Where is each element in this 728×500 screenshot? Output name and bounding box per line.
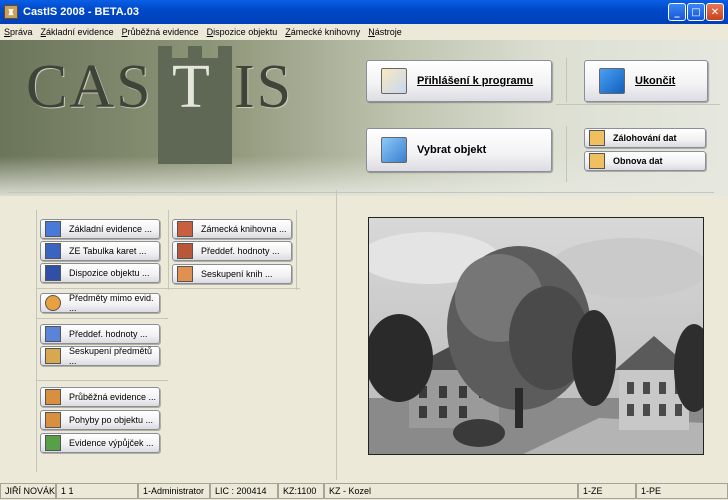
- table-icon: [45, 243, 61, 259]
- library-predef-label: Předdef. hodnoty ...: [201, 246, 280, 256]
- logo-text-middle: T: [172, 53, 210, 121]
- list-icon: [45, 326, 61, 342]
- library-label: Zámecká knihovna ...: [201, 224, 287, 234]
- book-grouping-label: Seskupení knih ...: [201, 269, 273, 279]
- predef-values-button[interactable]: Předdef. hodnoty ...: [40, 324, 160, 344]
- loans-button[interactable]: Evidence výpůjček ...: [40, 433, 160, 453]
- select-object-button[interactable]: Vybrat objekt: [366, 128, 552, 172]
- ze-table-button[interactable]: ZE Tabulka karet ...: [40, 241, 160, 261]
- loan-icon: [45, 435, 61, 451]
- divider: [36, 210, 37, 472]
- predef-values-label: Předdef. hodnoty ...: [69, 329, 148, 339]
- menu-item-zakladni-evidence[interactable]: Základní evidence: [41, 27, 114, 37]
- map-icon: [45, 265, 61, 281]
- folder-check-icon: [381, 137, 407, 163]
- ongoing-evidence-label: Průběžná evidence ...: [69, 392, 157, 402]
- exit-icon: [599, 68, 625, 94]
- castle-photo: [368, 217, 704, 455]
- logo-text-left: CAS: [26, 53, 153, 121]
- divider: [556, 104, 720, 105]
- loans-label: Evidence výpůjček ...: [69, 438, 154, 448]
- menu-item-dispozice-objektu[interactable]: Dispozice objektu: [207, 27, 278, 37]
- status-bar: JIŘÍ NOVÁK 1 1 1-Administrator LIC : 200…: [0, 482, 728, 500]
- basic-evidence-label: Základní evidence ...: [69, 224, 153, 234]
- status-user: JIŘÍ NOVÁK: [0, 483, 56, 499]
- book-list-icon: [177, 243, 193, 259]
- quit-button[interactable]: Ukončit: [584, 60, 708, 102]
- object-disposition-label: Dispozice objektu ...: [69, 268, 150, 278]
- item-grouping-button[interactable]: Seskupení předmětů ...: [40, 346, 160, 366]
- backup-icon: [589, 130, 605, 146]
- library-predef-button[interactable]: Předdef. hodnoty ...: [172, 241, 292, 261]
- maximize-icon: □: [691, 6, 701, 18]
- item-grouping-label: Seskupení předmětů ...: [69, 346, 153, 366]
- login-button[interactable]: Přihlášení k programu: [366, 60, 552, 102]
- status-role: 1-Administrator: [138, 483, 210, 499]
- ze-table-label: ZE Tabulka karet ...: [69, 246, 147, 256]
- status-number: 1 1: [56, 483, 138, 499]
- close-icon: ✕: [710, 6, 720, 18]
- item-out-icon: [45, 295, 61, 311]
- ongoing-evidence-button[interactable]: Průběžná evidence ...: [40, 387, 160, 407]
- menu-item-nastroje[interactable]: Nástroje: [368, 27, 402, 37]
- movements-label: Pohyby po objektu ...: [69, 415, 154, 425]
- restore-button[interactable]: Obnova dat: [584, 151, 706, 171]
- divider: [566, 126, 567, 182]
- ongoing-icon: [45, 389, 61, 405]
- divider: [336, 192, 714, 193]
- book-icon: [177, 221, 193, 237]
- basic-evidence-button[interactable]: Základní evidence ...: [40, 219, 160, 239]
- movement-icon: [45, 412, 61, 428]
- menu-item-prubezna-evidence[interactable]: Průběžná evidence: [122, 27, 199, 37]
- menu-item-zamecke-knihovny[interactable]: Zámecké knihovny: [285, 27, 360, 37]
- book-grouping-button[interactable]: Seskupení knih ...: [172, 264, 292, 284]
- window-title: CastIS 2008 - BETA.03: [23, 6, 139, 18]
- minimize-button[interactable]: _: [668, 3, 686, 21]
- divider: [296, 210, 297, 290]
- minimize-icon: _: [674, 6, 680, 18]
- movements-button[interactable]: Pohyby po objektu ...: [40, 410, 160, 430]
- divider: [336, 190, 337, 480]
- backup-button-label: Zálohování dat: [613, 133, 677, 143]
- status-pe: 1-PE: [636, 483, 728, 499]
- group-icon: [45, 348, 61, 364]
- restore-icon: [589, 153, 605, 169]
- book-group-icon: [177, 266, 193, 282]
- divider: [36, 318, 168, 319]
- status-place: KZ - Kozel: [324, 483, 578, 499]
- status-kz: KZ:1100: [278, 483, 324, 499]
- backup-button[interactable]: Zálohování dat: [584, 128, 706, 148]
- status-ze: 1-ZE: [578, 483, 636, 499]
- close-button[interactable]: ✕: [706, 3, 724, 21]
- maximize-button[interactable]: □: [687, 3, 705, 21]
- select-object-button-label: Vybrat objekt: [417, 144, 487, 156]
- menu-bar: Správa Základní evidence Průběžná eviden…: [0, 24, 728, 40]
- items-outside-button[interactable]: Předměty mimo evid. ...: [40, 293, 160, 313]
- user-card-icon: [381, 68, 407, 94]
- login-button-label: Přihlášení k programu: [417, 75, 534, 87]
- divider: [36, 380, 168, 381]
- divider: [566, 58, 567, 102]
- restore-button-label: Obnova dat: [613, 156, 663, 166]
- status-license: LIC : 200414: [210, 483, 278, 499]
- library-button[interactable]: Zámecká knihovna ...: [172, 219, 292, 239]
- title-bar: ♜ CastIS 2008 - BETA.03 _ □ ✕: [0, 0, 728, 24]
- divider: [36, 288, 300, 289]
- divider: [168, 210, 169, 290]
- menu-item-sprava[interactable]: Správa: [4, 27, 33, 37]
- object-disposition-button[interactable]: Dispozice objektu ...: [40, 263, 160, 283]
- logo-text-right: IS: [234, 53, 294, 121]
- card-icon: [45, 221, 61, 237]
- items-outside-label: Předměty mimo evid. ...: [69, 293, 154, 313]
- castle-app-icon: ♜: [4, 5, 18, 19]
- quit-button-label: Ukončit: [635, 75, 676, 87]
